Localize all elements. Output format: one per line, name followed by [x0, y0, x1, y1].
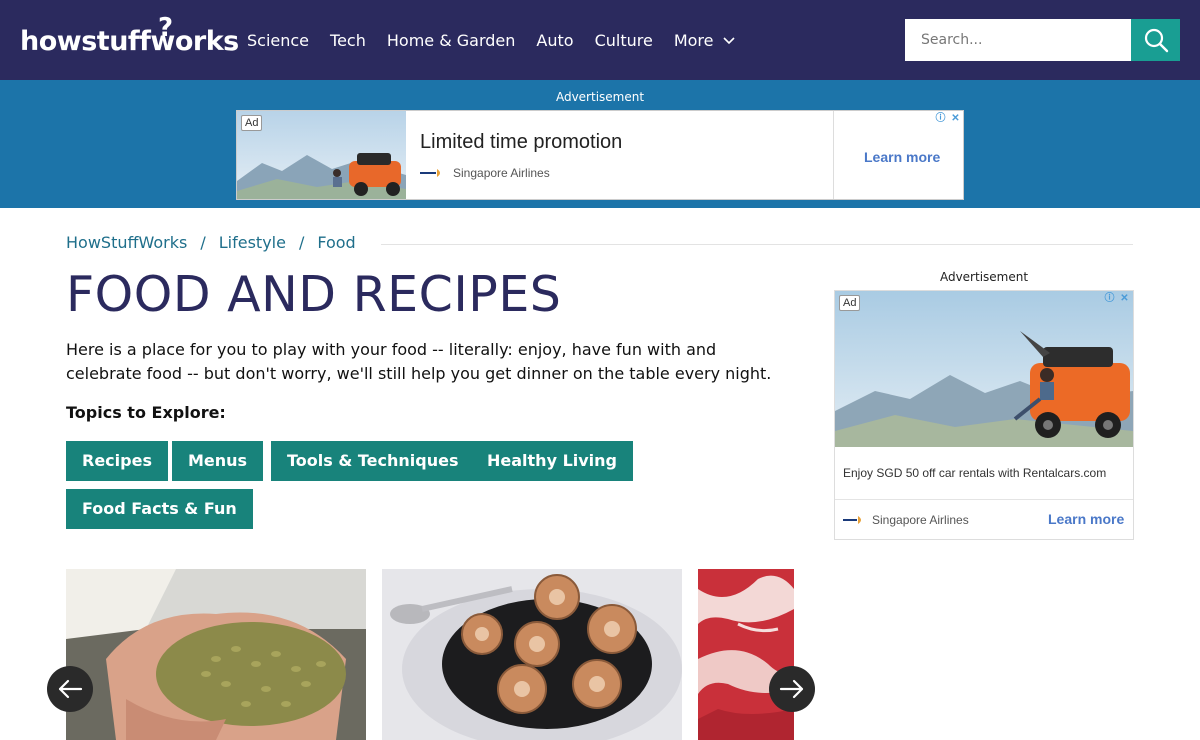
singapore-airlines-logo-icon [843, 516, 861, 524]
ad-label: Advertisement [555, 90, 645, 104]
side-ad-text[interactable]: Enjoy SGD 50 off car rentals with Rental… [843, 466, 1106, 480]
nav-culture[interactable]: Culture [595, 31, 653, 50]
ad-info-icon[interactable]: ⓘ [1103, 292, 1116, 305]
breadcrumb-howstuffworks[interactable]: HowStuffWorks [66, 233, 187, 252]
nav-science[interactable]: Science [247, 31, 309, 50]
ad-learn-more-link[interactable]: Learn more [864, 149, 940, 165]
nav-auto[interactable]: Auto [536, 31, 573, 50]
page-title: FOOD AND RECIPES [66, 266, 562, 323]
top-banner-ad[interactable]: Ad Limited time promotion Singapore Airl… [236, 110, 964, 200]
ad-badge: Ad [241, 115, 263, 131]
topics-label: Topics to Explore: [66, 403, 226, 422]
topic-menus-button[interactable]: Menus [172, 441, 264, 481]
ad-car-mountain-image: Ad [237, 111, 406, 199]
ad-car-mountain-image: Ad [835, 291, 1133, 447]
ad-title[interactable]: Limited time promotion [420, 131, 622, 154]
topic-food-facts-fun-button[interactable]: Food Facts & Fun [66, 489, 253, 529]
ad-divider [833, 111, 834, 199]
carousel-card-escargot[interactable] [382, 569, 682, 740]
ad-brand: Singapore Airlines [453, 166, 550, 180]
search-button[interactable] [1131, 19, 1180, 61]
logo-text: howstuffworks [20, 26, 239, 57]
search-input[interactable] [905, 19, 1131, 61]
ad-divider [835, 499, 1133, 500]
breadcrumb-divider [381, 244, 1133, 245]
arrow-left-icon [58, 679, 83, 699]
ad-choices[interactable]: ⓘ ✕ [1103, 292, 1131, 305]
side-ad-label: Advertisement [939, 270, 1029, 284]
page-intro: Here is a place for you to play with you… [66, 340, 772, 383]
breadcrumb-separator: / [200, 233, 206, 252]
ad-info-icon[interactable]: ⓘ [934, 112, 947, 125]
topic-tools-techniques-button[interactable]: Tools & Techniques [271, 441, 475, 481]
breadcrumb-food[interactable]: Food [317, 233, 355, 252]
arrow-right-icon [779, 679, 804, 699]
side-ad-brand: Singapore Airlines [872, 513, 969, 527]
site-logo[interactable]: howstuffworks ? [20, 13, 239, 62]
ad-choices[interactable]: ⓘ ✕ [934, 112, 962, 125]
singapore-airlines-logo-icon [420, 169, 440, 177]
ad-close-icon[interactable]: ✕ [1118, 292, 1131, 305]
nav-home-garden[interactable]: Home & Garden [387, 31, 516, 50]
side-ad[interactable]: Ad ⓘ ✕ Enjoy SGD 50 off car rentals with… [834, 290, 1134, 540]
nav-more-label: More [673, 30, 714, 50]
ad-close-icon[interactable]: ✕ [949, 112, 962, 125]
carousel-card-coffee-beans[interactable] [66, 569, 366, 740]
topic-recipes-button[interactable]: Recipes [66, 441, 168, 481]
top-ad-band: Advertisement Ad Limited time promotion … [0, 80, 1200, 208]
breadcrumb-separator: / [298, 233, 305, 252]
carousel-next-button[interactable] [769, 666, 815, 712]
site-header: howstuffworks ? Science Tech Home & Gard… [0, 0, 1200, 80]
topic-healthy-living-button[interactable]: Healthy Living [471, 441, 633, 481]
cured-ham-photo [698, 569, 794, 740]
carousel-card-cured-ham[interactable] [698, 569, 794, 740]
chevron-down-icon [722, 37, 735, 45]
ad-badge: Ad [839, 295, 861, 311]
breadcrumb: HowStuffWorks / Lifestyle / Food [66, 233, 356, 252]
side-ad-learn-more-link[interactable]: Learn more [1048, 511, 1124, 527]
carousel-prev-button[interactable] [47, 666, 93, 712]
coffee-beans-photo [66, 569, 366, 740]
nav-more[interactable]: More [674, 31, 736, 50]
main-nav: Science Tech Home & Garden Auto Culture … [247, 0, 757, 80]
search-icon [1144, 28, 1168, 53]
logo-question-mark-icon: ? [158, 13, 173, 43]
breadcrumb-lifestyle[interactable]: Lifestyle [219, 233, 286, 252]
nav-tech[interactable]: Tech [330, 31, 366, 50]
escargot-photo [382, 569, 682, 740]
